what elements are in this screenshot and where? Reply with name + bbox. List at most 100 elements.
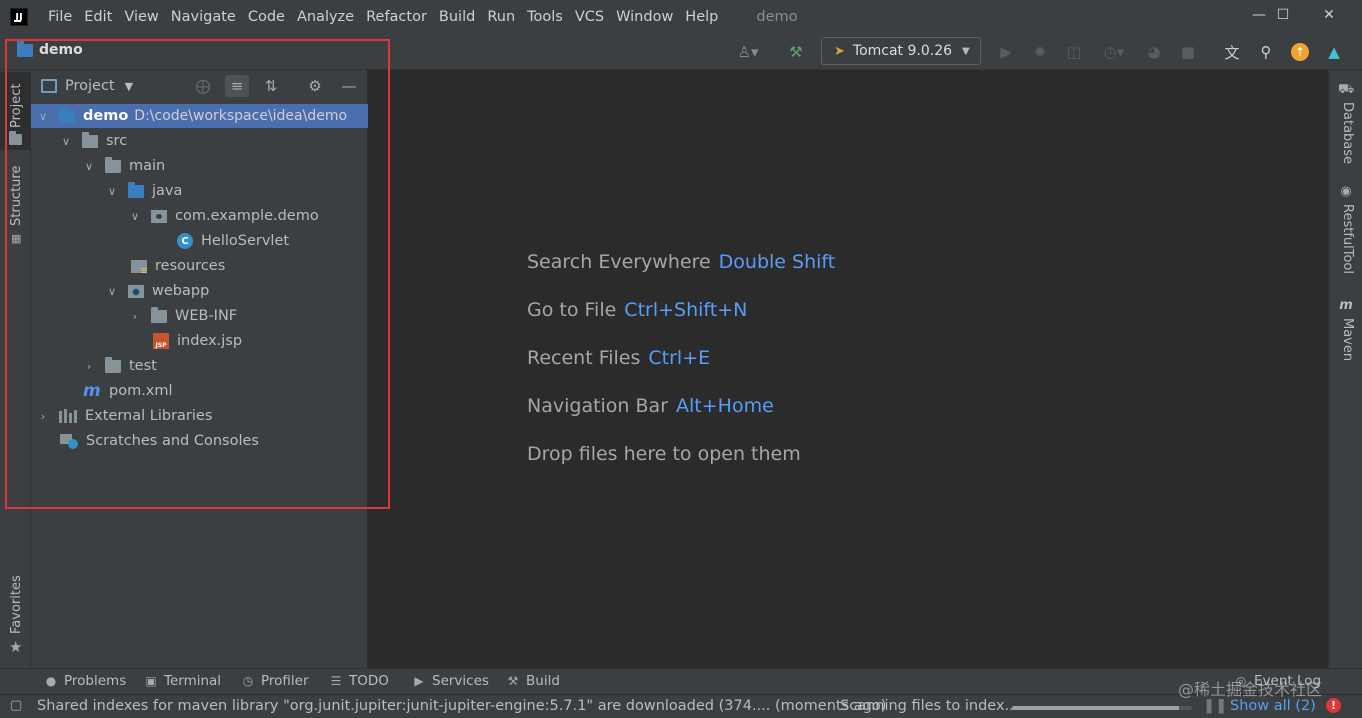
menu-edit[interactable]: Edit — [78, 0, 118, 34]
package-icon — [151, 209, 167, 223]
status-toggle-icon[interactable]: ▢ — [10, 698, 22, 713]
hint-label: Drop files here to open them — [527, 443, 801, 465]
tab-database[interactable]: Database — [1340, 102, 1355, 164]
show-all-link[interactable]: Show all (2) — [1230, 698, 1316, 714]
menu-view[interactable]: View — [118, 0, 164, 34]
services-icon: ▶ — [414, 674, 424, 688]
chevron-right-icon[interactable]: › — [129, 310, 141, 323]
tree-node-webapp[interactable]: ∨ webapp — [31, 279, 368, 303]
jsp-file-icon: JSP — [153, 333, 169, 349]
tab-maven[interactable]: Maven — [1340, 318, 1355, 361]
tree-node-label: webapp — [152, 283, 210, 299]
hammer-icon: ⚒ — [507, 674, 519, 688]
toolbox-icon[interactable]: ▲ — [1322, 40, 1346, 64]
tree-node-demo[interactable]: ∨ demo D:\code\workspace\idea\demo — [31, 104, 368, 128]
navigation-breadcrumb[interactable]: demo — [17, 40, 83, 58]
tool-label: Build — [526, 673, 560, 689]
tab-restfultool[interactable]: RestfulTool — [1340, 204, 1355, 274]
tool-build[interactable]: ⚒ Build — [506, 673, 560, 689]
menu-build[interactable]: Build — [433, 0, 481, 34]
tree-node-src[interactable]: ∨ src — [31, 129, 368, 153]
tree-node-external-libraries[interactable]: › External Libraries — [31, 404, 368, 428]
tree-node-pom[interactable]: m pom.xml — [31, 379, 368, 403]
tab-favorites[interactable]: Favorites — [9, 575, 24, 634]
chevron-down-icon[interactable]: ∨ — [37, 110, 49, 123]
hint-go-to-file: Go to File Ctrl+Shift+N — [527, 299, 747, 321]
tool-label: Services — [432, 673, 489, 689]
hide-icon[interactable]: — — [337, 75, 361, 97]
coverage-icon[interactable]: ◫ — [1062, 40, 1086, 64]
menu-code[interactable]: Code — [242, 0, 291, 34]
todo-icon: ☰ — [330, 674, 342, 688]
menu-help[interactable]: Help — [679, 0, 724, 34]
main-toolbar: demo ♙▾ ⚒ ➤ Tomcat 9.0.26 ▼ ▶ ✹ ◫ ◷▾ ◕ ■… — [0, 34, 1362, 70]
resources-folder-icon — [131, 259, 147, 273]
tree-node-index-jsp[interactable]: JSP index.jsp — [31, 329, 368, 353]
menu-vcs[interactable]: VCS — [569, 0, 610, 34]
menu-navigate[interactable]: Navigate — [165, 0, 242, 34]
progress-fill — [1012, 706, 1180, 710]
update-icon[interactable]: ↑ — [1288, 40, 1312, 64]
tree-node-package[interactable]: ∨ com.example.demo — [31, 204, 368, 228]
tool-services[interactable]: ▶ Services — [412, 673, 489, 689]
chevron-down-icon[interactable]: ∨ — [106, 185, 118, 198]
chevron-down-icon[interactable]: ∨ — [60, 135, 72, 148]
project-view-icon — [41, 79, 57, 93]
expand-all-icon[interactable]: ≡ — [225, 75, 249, 97]
error-icon[interactable]: ! — [1326, 698, 1341, 713]
tool-problems[interactable]: ● Problems — [44, 673, 126, 689]
chevron-down-icon[interactable]: ∨ — [83, 160, 95, 173]
tab-project[interactable]: Project — [0, 72, 31, 150]
tab-structure[interactable]: Structure — [9, 166, 24, 226]
maximize-icon[interactable]: ☐ — [1260, 0, 1306, 30]
profile-icon[interactable]: ◷▾ — [1094, 40, 1134, 64]
hammer-icon[interactable]: ⚒ — [784, 40, 808, 64]
maven-file-icon: m — [83, 381, 101, 401]
tree-node-java[interactable]: ∨ java — [31, 179, 368, 203]
tree-node-helloservlet[interactable]: C HelloServlet — [31, 229, 368, 253]
menu-tools[interactable]: Tools — [521, 0, 569, 34]
tree-node-web-inf[interactable]: › WEB-INF — [31, 304, 368, 328]
chevron-right-icon[interactable]: › — [37, 410, 49, 423]
pause-icon[interactable]: ❚❚ — [1203, 698, 1227, 714]
right-tool-stripe: ⛟ Database ◉ RestfulTool m Maven — [1328, 70, 1362, 668]
bottom-tool-bar: ● Problems ▣ Terminal ◷ Profiler ☰ TODO ▶ Ser… — [0, 668, 1362, 694]
status-message[interactable]: Shared indexes for maven library "org.ju… — [37, 698, 886, 714]
project-view-selector[interactable]: Project — [65, 78, 115, 94]
tree-node-label: com.example.demo — [175, 208, 319, 224]
tree-node-test[interactable]: › test — [31, 354, 368, 378]
tool-terminal[interactable]: ▣ Terminal — [144, 673, 221, 689]
gear-icon[interactable]: ⚙ — [303, 75, 327, 97]
search-icon[interactable]: ⚲ — [1254, 40, 1278, 64]
status-bar: ▢ Shared indexes for maven library "org.… — [0, 694, 1362, 718]
tool-profiler[interactable]: ◷ Profiler — [241, 673, 309, 689]
collapse-all-icon[interactable]: ⇅ — [259, 75, 283, 97]
chevron-right-icon[interactable]: › — [83, 360, 95, 373]
tree-node-label: HelloServlet — [201, 233, 290, 249]
menu-run[interactable]: Run — [481, 0, 521, 34]
debug-icon[interactable]: ✹ — [1028, 40, 1052, 64]
tool-todo[interactable]: ☰ TODO — [329, 673, 389, 689]
folder-icon — [151, 306, 167, 323]
stop-icon[interactable]: ■ — [1176, 40, 1200, 64]
menu-window[interactable]: Window — [610, 0, 679, 34]
close-icon[interactable]: ✕ — [1306, 0, 1352, 30]
tree-node-resources[interactable]: resources — [31, 254, 368, 278]
user-icon[interactable]: ♙▾ — [730, 40, 766, 64]
translate-icon[interactable]: 文 — [1220, 40, 1244, 64]
tree-node-label: index.jsp — [177, 333, 243, 349]
chevron-down-icon[interactable]: ∨ — [106, 285, 118, 298]
run-icon[interactable]: ▶ — [994, 40, 1018, 64]
menu-refactor[interactable]: Refactor — [360, 0, 433, 34]
menu-file[interactable]: File — [42, 0, 78, 34]
menu-analyze[interactable]: Analyze — [291, 0, 360, 34]
tree-node-scratches[interactable]: Scratches and Consoles — [31, 429, 368, 453]
locate-icon[interactable]: ⨁ — [191, 75, 215, 97]
tree-node-main[interactable]: ∨ main — [31, 154, 368, 178]
chevron-down-icon[interactable]: ∨ — [129, 210, 141, 223]
tool-label: Profiler — [261, 673, 309, 689]
editor-area[interactable]: Search Everywhere Double Shift Go to File… — [368, 70, 1328, 668]
run-configuration-select[interactable]: ➤ Tomcat 9.0.26 ▼ — [821, 37, 981, 65]
build-icon[interactable]: ◕ — [1142, 40, 1166, 64]
chevron-down-icon[interactable]: ▼ — [125, 80, 133, 93]
